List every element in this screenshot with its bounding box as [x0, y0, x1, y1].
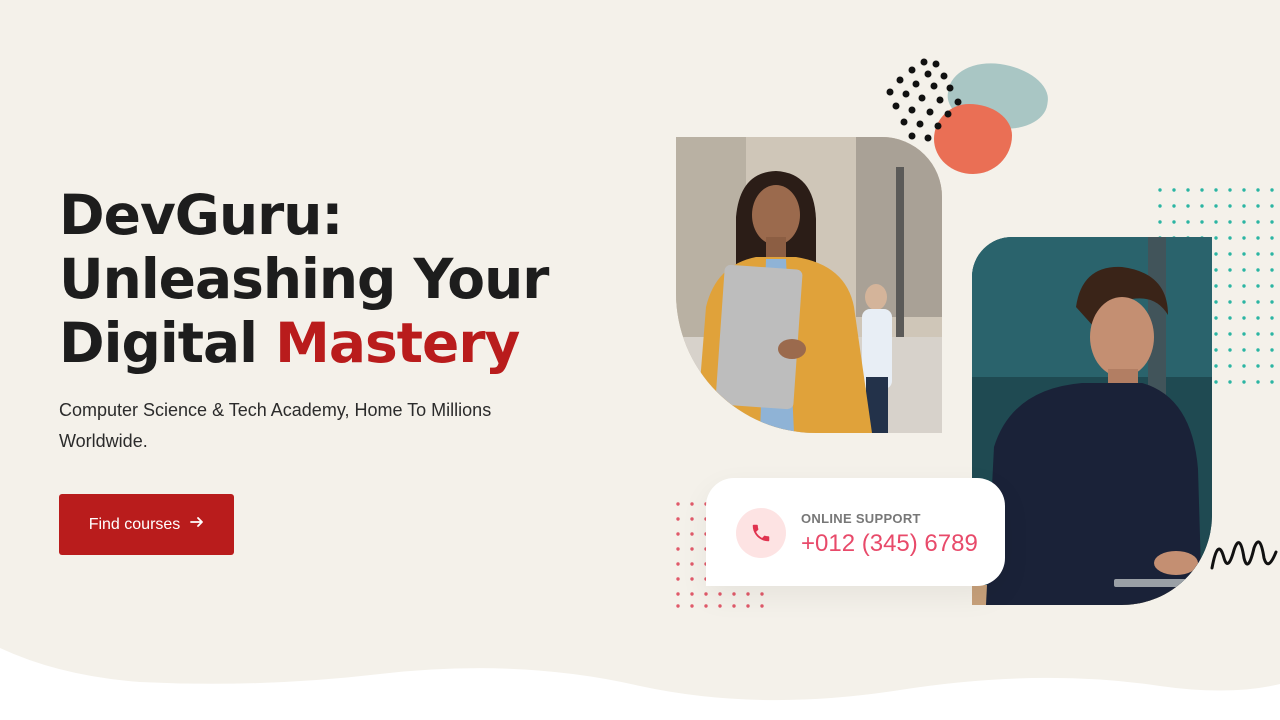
support-label: ONLINE SUPPORT — [801, 511, 921, 526]
hero-subtitle: Computer Science & Tech Academy, Home To… — [59, 400, 492, 451]
squiggle-decoration — [1210, 540, 1278, 570]
bottom-wave-divider — [0, 648, 1280, 720]
title-line-2: Unleashing Your — [59, 247, 549, 311]
support-phone-number[interactable]: +012 (345) 6789 — [801, 530, 978, 558]
arrow-right-icon — [190, 515, 204, 534]
phone-icon[interactable] — [736, 508, 786, 558]
title-accent-word: Mastery — [275, 311, 520, 375]
student-woman-photo — [676, 137, 942, 433]
title-line-1: DevGuru: — [59, 183, 343, 247]
online-support-card: ONLINE SUPPORT +012 (345) 6789 — [706, 478, 1005, 586]
hero-title: DevGuru: Unleashing Your Digital Mastery — [59, 183, 619, 375]
hero-copy: DevGuru: Unleashing Your Digital Mastery… — [59, 183, 619, 457]
student-man-photo — [972, 237, 1212, 605]
black-dots-decoration — [886, 58, 962, 142]
title-line-3-prefix: Digital — [59, 311, 276, 375]
find-courses-label: Find courses — [88, 515, 181, 533]
find-courses-button[interactable]: Find courses — [59, 494, 234, 555]
hero-section: DevGuru: Unleashing Your Digital Mastery… — [0, 0, 1280, 720]
